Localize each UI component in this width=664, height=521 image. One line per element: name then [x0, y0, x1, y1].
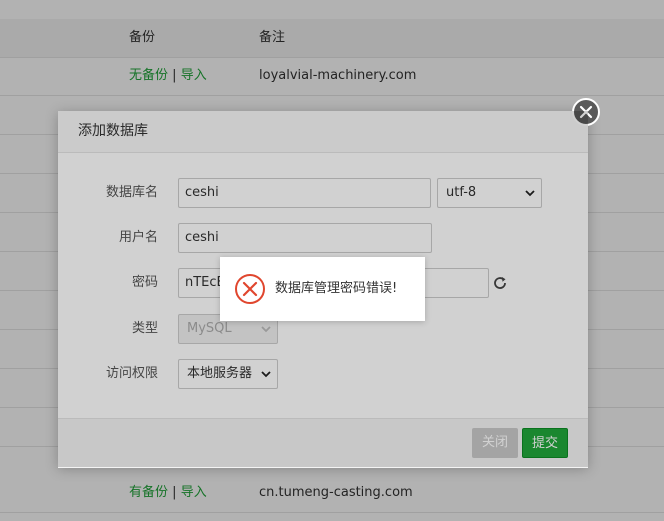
error-circle-icon: [235, 274, 265, 304]
error-toast: 数据库管理密码错误!: [220, 257, 425, 321]
toast-message: 数据库管理密码错误!: [275, 281, 398, 296]
